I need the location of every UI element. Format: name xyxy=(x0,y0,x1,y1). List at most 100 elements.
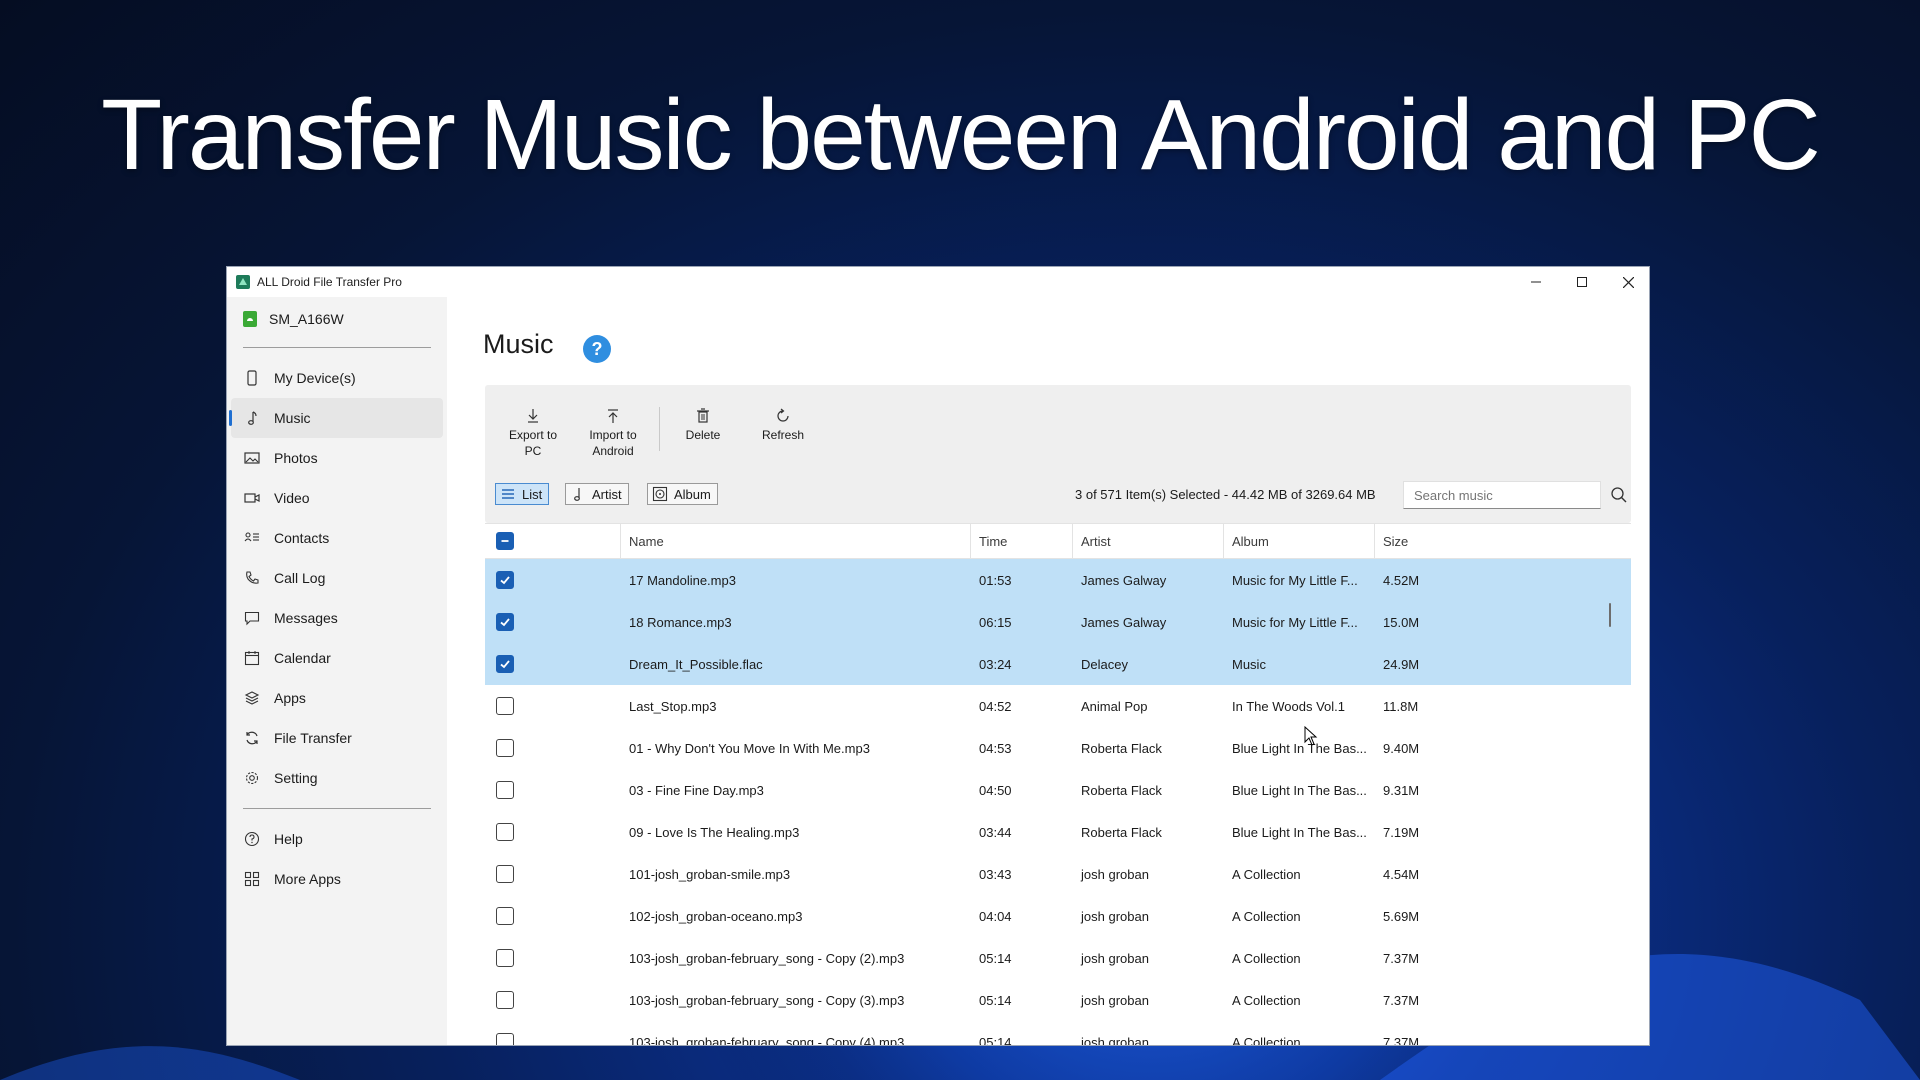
row-checkbox[interactable] xyxy=(496,697,514,715)
cell-time: 05:14 xyxy=(979,950,1012,966)
sidebar-item-contacts[interactable]: Contacts xyxy=(231,518,443,558)
cell-size: 7.37M xyxy=(1383,1034,1420,1046)
table-row[interactable]: 103-josh_groban-february_song - Copy (2)… xyxy=(485,937,1631,979)
sidebar-item-label: Setting xyxy=(274,770,318,786)
sidebar-item-label: Call Log xyxy=(274,570,326,586)
sidebar-item-more-apps[interactable]: More Apps xyxy=(231,859,443,899)
table-row[interactable]: 18 Romance.mp3 06:15 James Galway Music for… xyxy=(485,601,1631,643)
delete-button[interactable]: Delete xyxy=(673,407,733,443)
sidebar-item-calendar[interactable]: Calendar xyxy=(231,638,443,678)
table-row[interactable]: Dream_It_Possible.flac 03:24 Delacey Music 2… xyxy=(485,643,1631,685)
row-checkbox[interactable] xyxy=(496,991,514,1009)
sidebar-item-label: Messages xyxy=(274,610,338,626)
view-list-button[interactable]: List xyxy=(495,483,550,505)
view-artist-button[interactable]: Artist xyxy=(565,483,629,505)
cell-size: 7.19M xyxy=(1383,824,1420,840)
sidebar-item-apps[interactable]: Apps xyxy=(231,678,443,718)
cell-album: A Collection xyxy=(1232,1034,1301,1046)
row-checkbox[interactable] xyxy=(496,949,514,967)
checkmark-icon xyxy=(500,618,510,627)
view-album-button[interactable]: Album xyxy=(647,483,718,505)
call-log-icon xyxy=(243,569,261,587)
cell-name: 18 Romance.mp3 xyxy=(629,614,732,630)
scrollbar-thumb[interactable] xyxy=(1609,603,1611,627)
sidebar-item-messages[interactable]: Messages xyxy=(231,598,443,638)
table-row[interactable]: Last_Stop.mp3 04:52 Animal Pop In The Woods… xyxy=(485,685,1631,727)
search-icon[interactable] xyxy=(1609,485,1629,505)
sidebar-item-help[interactable]: Help xyxy=(231,819,443,859)
cell-artist: Roberta Flack xyxy=(1081,824,1162,840)
column-header-album[interactable]: Album xyxy=(1224,523,1375,559)
column-header-time[interactable]: Time xyxy=(971,523,1073,559)
page-title: Music xyxy=(483,329,554,359)
sidebar-item-file-transfer[interactable]: File Transfer xyxy=(231,718,443,758)
trash-icon xyxy=(697,408,709,423)
search-input[interactable] xyxy=(1403,481,1601,509)
row-checkbox[interactable] xyxy=(496,1033,514,1045)
column-header-size[interactable]: Size xyxy=(1375,523,1631,559)
device-name: SM_A166W xyxy=(269,311,344,327)
contacts-icon xyxy=(243,529,261,547)
row-checkbox[interactable] xyxy=(496,907,514,925)
toolbar-divider xyxy=(659,407,660,451)
close-button[interactable] xyxy=(1605,267,1649,297)
sidebar-item-label: Video xyxy=(274,490,310,506)
column-header-name[interactable]: Name xyxy=(621,523,971,559)
grid-icon xyxy=(243,870,261,888)
table-row[interactable]: 17 Mandoline.mp3 01:53 James Galway Music f… xyxy=(485,559,1631,601)
cell-name: 01 - Why Don't You Move In With Me.mp3 xyxy=(629,740,870,756)
cell-artist: josh groban xyxy=(1081,992,1149,1008)
table-row[interactable]: 103-josh_groban-february_song - Copy (4)… xyxy=(485,1021,1631,1046)
row-checkbox[interactable] xyxy=(496,823,514,841)
export-to-pc-button[interactable]: Export to PC xyxy=(501,407,565,459)
help-badge-icon[interactable]: ? xyxy=(583,335,611,363)
cell-album: A Collection xyxy=(1232,950,1301,966)
cell-name: Last_Stop.mp3 xyxy=(629,698,717,714)
cell-album: Music for My Little F... xyxy=(1232,614,1358,630)
row-checkbox-cell xyxy=(485,1033,621,1045)
table-row[interactable]: 01 - Why Don't You Move In With Me.mp3 04… xyxy=(485,727,1631,769)
column-header-artist[interactable]: Artist xyxy=(1073,523,1224,559)
table-row[interactable]: 09 - Love Is The Healing.mp3 03:44 Roberta… xyxy=(485,811,1631,853)
import-to-android-button[interactable]: Import to Android xyxy=(581,407,645,459)
row-checkbox[interactable] xyxy=(496,739,514,757)
row-checkbox[interactable] xyxy=(496,571,514,589)
minimize-button[interactable] xyxy=(1513,267,1559,297)
video-icon xyxy=(243,489,261,507)
row-checkbox-cell xyxy=(485,865,621,883)
row-checkbox-cell xyxy=(485,739,621,757)
select-all-checkbox[interactable] xyxy=(496,532,514,550)
checkmark-icon xyxy=(500,576,510,585)
table-row[interactable]: 103-josh_groban-february_song - Copy (3)… xyxy=(485,979,1631,1021)
window-title: ALL Droid File Transfer Pro xyxy=(257,275,402,289)
sidebar-item-call-log[interactable]: Call Log xyxy=(231,558,443,598)
row-checkbox[interactable] xyxy=(496,865,514,883)
cell-time: 04:50 xyxy=(979,782,1012,798)
row-checkbox[interactable] xyxy=(496,655,514,673)
sidebar: SM_A166W My Device(s) Music Photos Video… xyxy=(227,297,447,1045)
cell-time: 04:52 xyxy=(979,698,1012,714)
device-selector[interactable]: SM_A166W xyxy=(227,297,447,341)
music-table: Name Time Artist Album Size 17 Mandoline… xyxy=(485,523,1631,1046)
sidebar-item-label: Apps xyxy=(274,690,306,706)
cell-album: Blue Light In The Bas... xyxy=(1232,782,1367,798)
mouse-cursor-icon xyxy=(1304,726,1318,746)
table-row[interactable]: 102-josh_groban-oceano.mp3 04:04 josh grob… xyxy=(485,895,1631,937)
android-device-icon xyxy=(243,311,257,327)
row-checkbox-cell xyxy=(485,655,621,673)
title-bar[interactable]: ALL Droid File Transfer Pro xyxy=(227,267,1649,297)
sidebar-item-setting[interactable]: Setting xyxy=(231,758,443,798)
import-label-line2: Android xyxy=(592,444,634,458)
row-checkbox[interactable] xyxy=(496,781,514,799)
sidebar-item-music[interactable]: Music xyxy=(229,398,443,438)
sidebar-item-photos[interactable]: Photos xyxy=(231,438,443,478)
row-checkbox[interactable] xyxy=(496,613,514,631)
refresh-button[interactable]: Refresh xyxy=(753,407,813,443)
cell-name: 03 - Fine Fine Day.mp3 xyxy=(629,782,764,798)
table-row[interactable]: 03 - Fine Fine Day.mp3 04:50 Roberta Flack… xyxy=(485,769,1631,811)
table-row[interactable]: 101-josh_groban-smile.mp3 03:43 josh groba… xyxy=(485,853,1631,895)
sidebar-item-my-devices[interactable]: My Device(s) xyxy=(231,358,443,398)
sidebar-item-video[interactable]: Video xyxy=(231,478,443,518)
cell-artist: josh groban xyxy=(1081,866,1149,882)
maximize-button[interactable] xyxy=(1559,267,1605,297)
